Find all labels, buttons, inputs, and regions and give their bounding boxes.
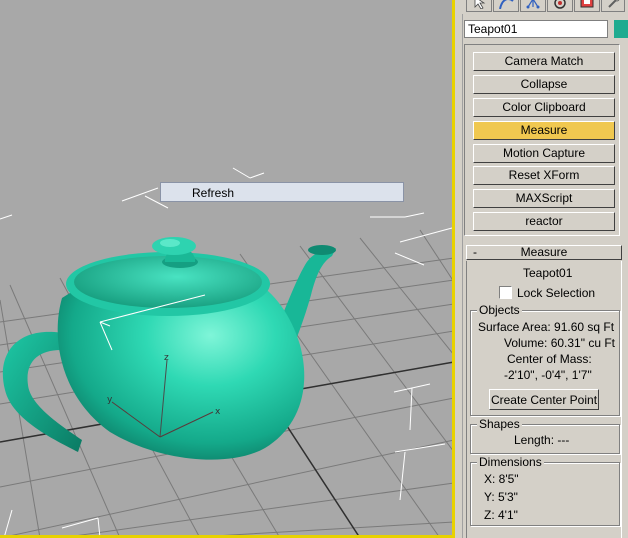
measure-button[interactable]: Measure	[473, 121, 615, 140]
context-menu: Refresh	[160, 182, 404, 202]
bend-icon	[499, 0, 514, 9]
measured-object-name: Teapot01	[523, 266, 573, 280]
measure-rollout-title: Measure	[520, 245, 568, 259]
camera-match-button[interactable]: Camera Match	[473, 52, 615, 71]
active-viewport-border	[452, 0, 455, 538]
maxscript-button[interactable]: MAXScript	[473, 189, 615, 208]
motion-tab[interactable]	[547, 0, 573, 12]
gizmo-z-label: z	[164, 353, 169, 363]
perspective-viewport[interactable]: z x y Refresh	[0, 0, 454, 538]
hierarchy-icon	[526, 0, 540, 9]
hierarchy-tab[interactable]	[520, 0, 546, 12]
viewport-scene: z x y	[0, 167, 454, 538]
center-of-mass-value: -2'10", -0'4", 1'7"	[504, 368, 592, 382]
display-tab[interactable]	[574, 0, 600, 12]
command-panel-tabs	[456, 0, 628, 14]
cursor-icon	[474, 0, 486, 9]
reactor-button[interactable]: reactor	[473, 212, 615, 231]
motion-capture-button[interactable]: Motion Capture	[473, 144, 615, 163]
volume-readout: Volume: 60.31" cu Ft	[504, 336, 615, 350]
reset-xform-button[interactable]: Reset XForm	[473, 166, 615, 185]
color-clipboard-button[interactable]: Color Clipboard	[473, 98, 615, 117]
lock-selection-label: Lock Selection	[517, 286, 596, 300]
create-center-point-button[interactable]: Create Center Point	[489, 389, 599, 410]
center-of-mass-label: Center of Mass:	[507, 352, 592, 366]
display-icon	[580, 0, 594, 8]
measure-rollout-header[interactable]: - Measure	[466, 245, 622, 260]
motion-icon	[554, 0, 566, 9]
utilities-tab[interactable]	[601, 0, 625, 12]
refresh-menu-item[interactable]: Refresh	[192, 186, 234, 200]
teapot-object	[2, 237, 336, 460]
object-color-swatch[interactable]	[614, 20, 628, 38]
object-name-field[interactable]	[464, 20, 608, 38]
gizmo-y-label: y	[107, 395, 113, 405]
dimension-y-readout: Y: 5'3"	[484, 490, 518, 504]
utilities-icon	[608, 0, 620, 8]
shapes-group-title: Shapes	[477, 417, 522, 431]
dimension-x-readout: X: 8'5"	[484, 472, 519, 486]
panel-scroll-strip[interactable]	[456, 14, 463, 538]
gizmo-x-label: x	[215, 407, 221, 417]
surface-area-readout: Surface Area: 91.60 sq Ft	[478, 320, 615, 334]
objects-group-title: Objects	[477, 303, 522, 317]
dimensions-group-title: Dimensions	[477, 455, 544, 469]
length-readout: Length: ---	[514, 433, 570, 447]
modify-tab[interactable]	[493, 0, 519, 12]
create-tab[interactable]	[466, 0, 492, 12]
lock-selection-checkbox[interactable]	[499, 286, 512, 299]
collapse-button[interactable]: Collapse	[473, 75, 615, 94]
dimension-z-readout: Z: 4'1"	[484, 508, 518, 522]
